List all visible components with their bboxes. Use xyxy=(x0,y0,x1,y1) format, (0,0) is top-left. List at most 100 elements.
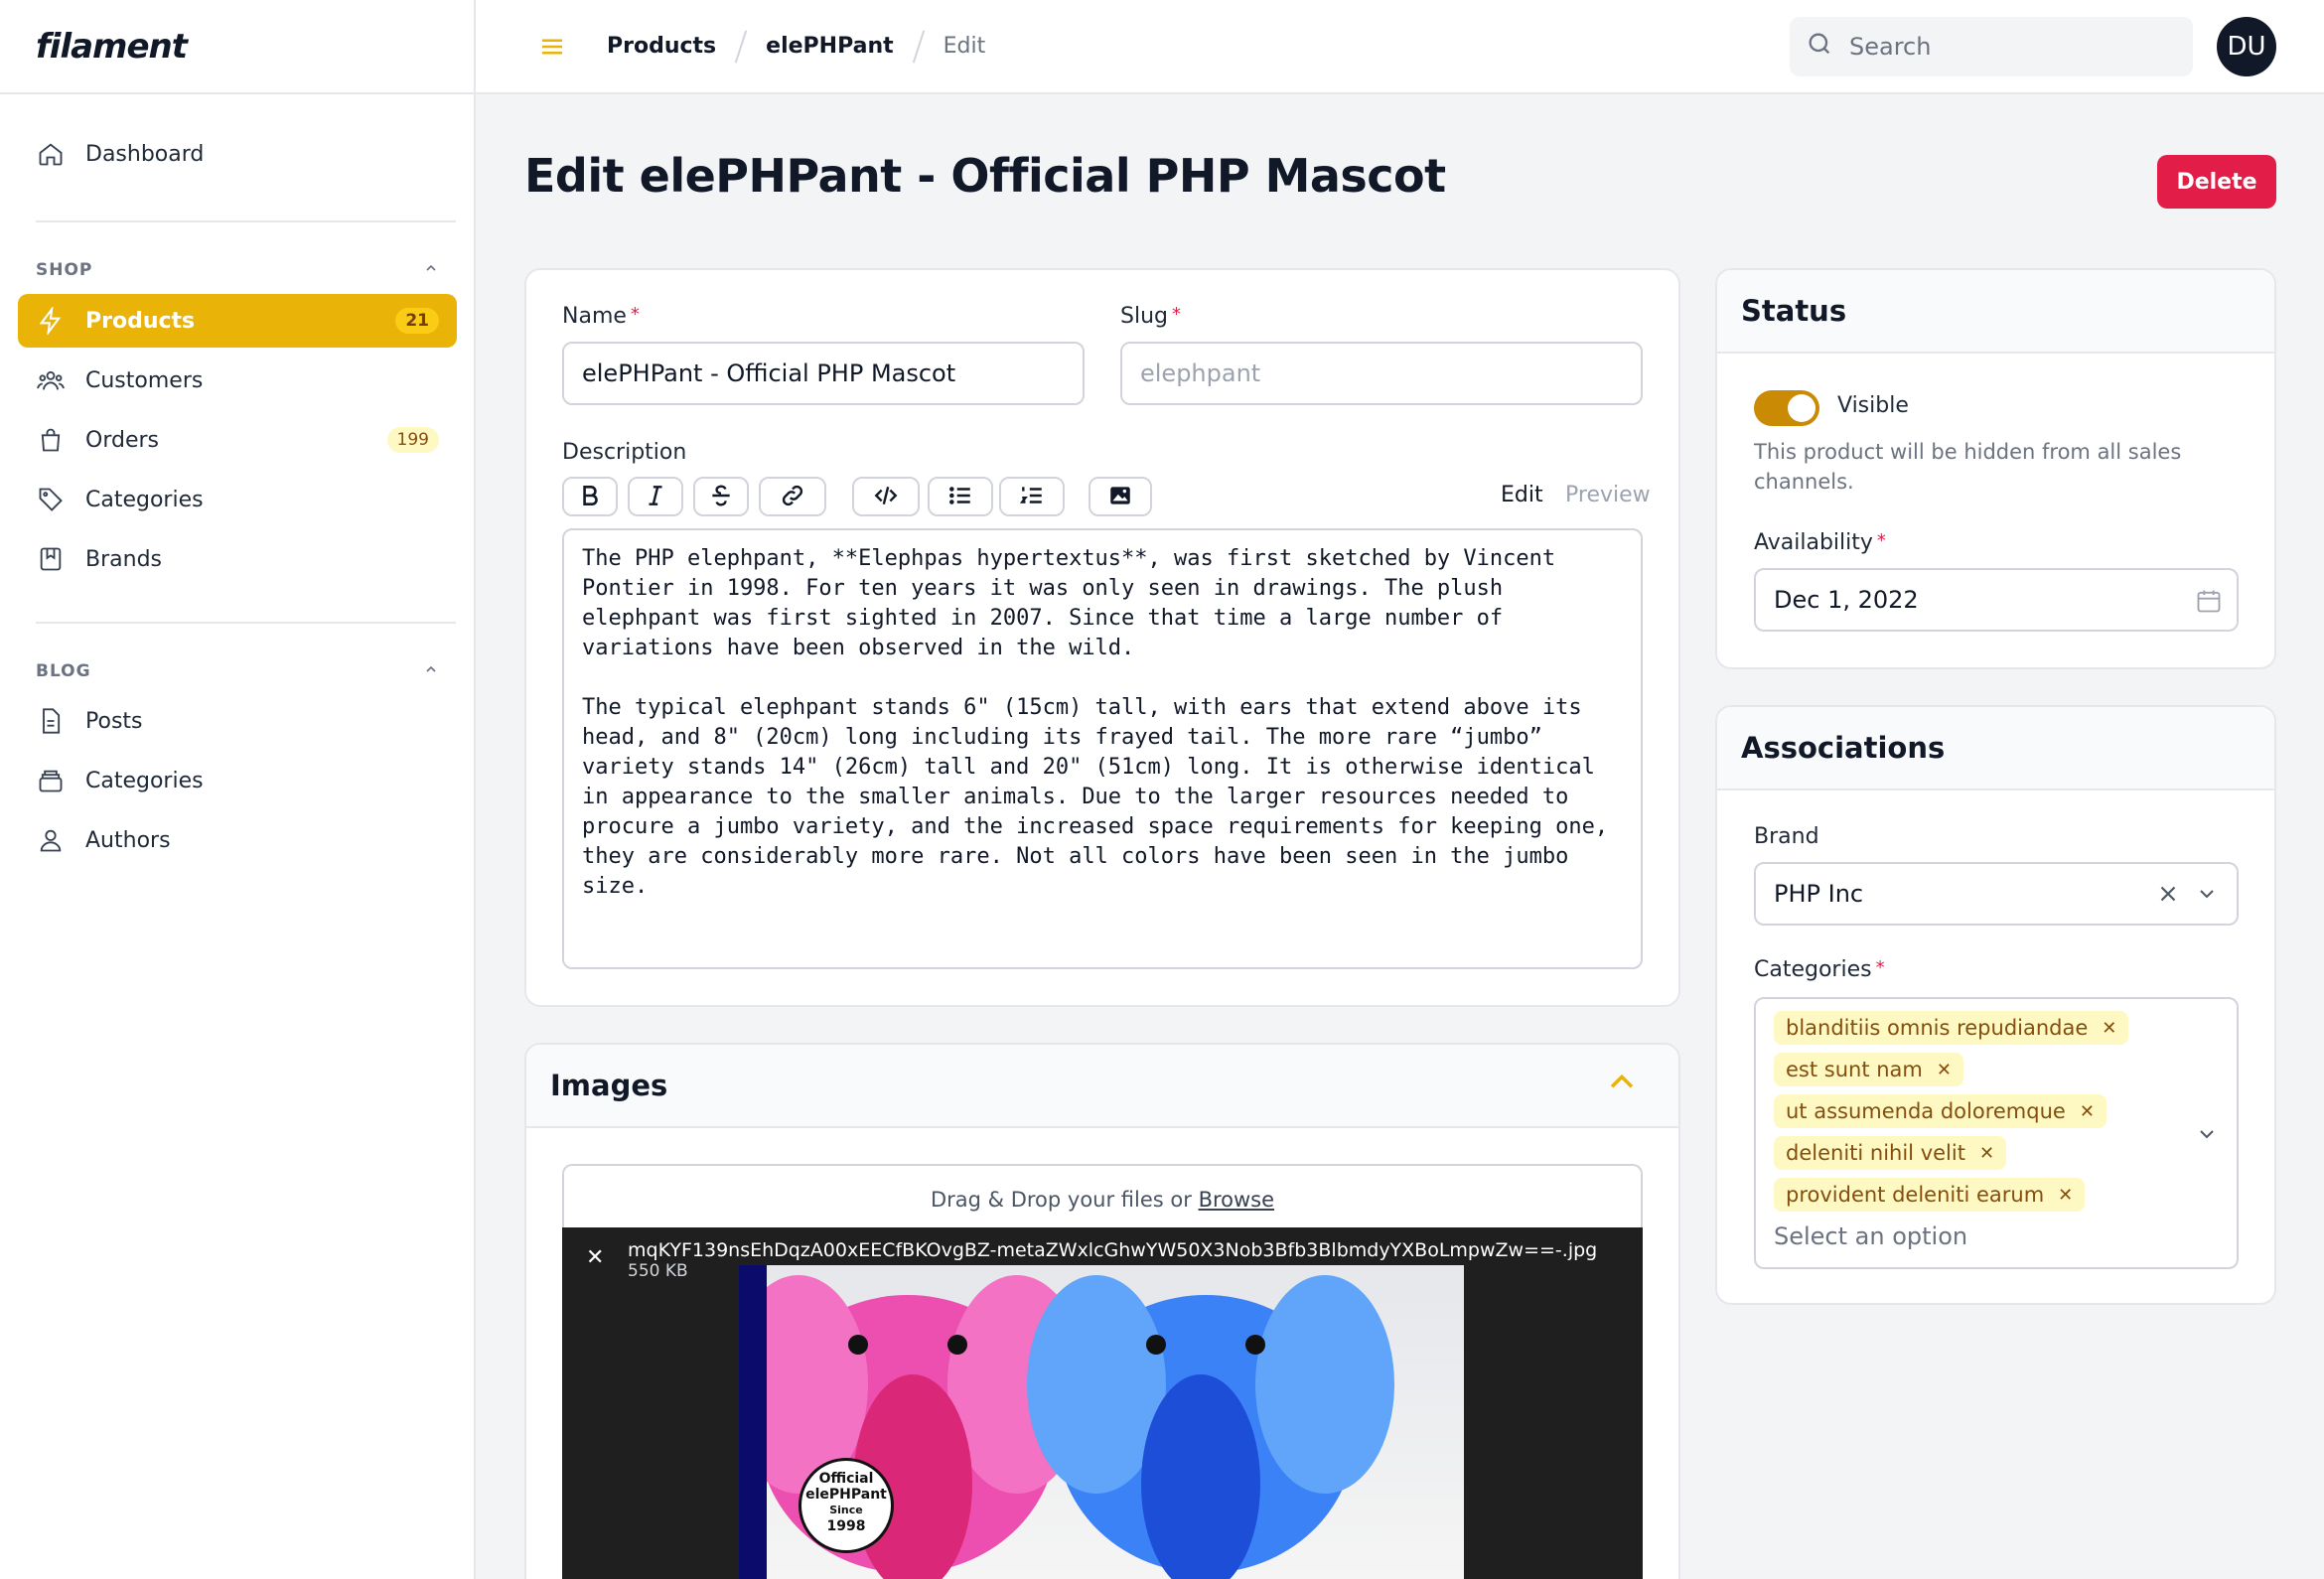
sidebar-item-blog-categories[interactable]: Categories xyxy=(18,754,457,807)
categories-placeholder[interactable]: Select an option xyxy=(1774,1222,1967,1250)
photo-icon xyxy=(1107,483,1133,511)
images-header[interactable]: Images xyxy=(526,1045,1678,1128)
chevron-down-icon[interactable] xyxy=(2195,1122,2219,1152)
menu-icon[interactable] xyxy=(537,32,567,62)
sidebar-item-label: Authors xyxy=(85,827,171,853)
sidebar-item-orders[interactable]: Orders 199 xyxy=(18,413,457,467)
slug-field[interactable]: elephpant xyxy=(1120,342,1643,405)
sidebar-item-authors[interactable]: Authors xyxy=(18,813,457,867)
search-input[interactable]: Search xyxy=(1790,17,2193,76)
bolt-icon xyxy=(36,306,66,336)
visible-hint: This product will be hidden from all sal… xyxy=(1754,440,2182,494)
link-icon xyxy=(780,483,805,511)
image-button[interactable] xyxy=(1089,477,1152,516)
users-icon xyxy=(36,365,66,395)
brand-select[interactable]: PHP Inc xyxy=(1754,862,2239,926)
sidebar-item-label: Brands xyxy=(85,546,162,572)
numbered-list-button[interactable] xyxy=(999,477,1065,516)
remove-tag-icon[interactable]: ✕ xyxy=(1937,1060,1952,1080)
breadcrumb: Products elePHPant Edit xyxy=(607,30,985,64)
category-tag: deleniti nihil velit ✕ xyxy=(1774,1136,2007,1170)
delete-button[interactable]: Delete xyxy=(2157,155,2276,209)
bookmark-square-icon xyxy=(36,544,66,574)
name-field[interactable]: elePHPant - Official PHP Mascot xyxy=(562,342,1085,405)
sidebar-item-dashboard[interactable]: Dashboard xyxy=(18,127,457,181)
description-editor[interactable]: The PHP elephpant, **Elephpas hypertextu… xyxy=(562,528,1643,969)
availability-value: Dec 1, 2022 xyxy=(1774,586,1919,614)
chevron-up-icon xyxy=(423,661,439,682)
count-badge: 21 xyxy=(395,308,439,334)
sidebar-item-customers[interactable]: Customers xyxy=(18,354,457,407)
sidebar: filament Dashboard SHOP Products 21 Cust… xyxy=(0,0,476,1579)
sidebar-item-label: Products xyxy=(85,308,196,334)
logo[interactable]: filament xyxy=(36,27,188,67)
remove-tag-icon[interactable]: ✕ xyxy=(1979,1143,1994,1164)
sidebar-item-categories[interactable]: Categories xyxy=(18,473,457,526)
remove-file-button[interactable]: ✕ xyxy=(586,1245,604,1270)
brand-label: Brand xyxy=(1754,824,1819,849)
link-button[interactable] xyxy=(759,477,826,516)
breadcrumb-current: Edit xyxy=(943,34,986,59)
bullet-list-button[interactable] xyxy=(928,477,993,516)
file-name: mqKYF139nsEhDqzA00xEECfBKOvgBZ-metaZWxlc… xyxy=(628,1239,1598,1261)
code-icon xyxy=(873,483,899,511)
page-title: Edit elePHPant - Official PHP Mascot xyxy=(524,149,1446,203)
breadcrumb-separator xyxy=(912,30,925,63)
image-preview: Official elePHPant Since 1998 ✕ mqKYF139… xyxy=(562,1227,1643,1579)
italic-button[interactable] xyxy=(628,477,683,516)
clear-icon[interactable] xyxy=(2155,881,2181,913)
calendar-icon[interactable] xyxy=(2195,587,2223,621)
tab-preview[interactable]: Preview xyxy=(1565,483,1651,507)
remove-tag-icon[interactable]: ✕ xyxy=(2102,1018,2116,1039)
group-shop-title: SHOP xyxy=(36,260,93,280)
user-group-icon xyxy=(36,825,66,855)
sidebar-item-brands[interactable]: Brands xyxy=(18,532,457,586)
slug-label: Slug * xyxy=(1120,304,1181,329)
availability-field[interactable]: Dec 1, 2022 xyxy=(1754,568,2239,632)
list-bullet-icon xyxy=(947,483,973,511)
photo-edge xyxy=(739,1265,767,1579)
status-header: Status xyxy=(1717,270,2274,354)
topbar: Products elePHPant Edit Search DU xyxy=(476,0,2324,94)
bold-icon xyxy=(577,483,603,511)
search-icon xyxy=(1806,30,1833,64)
sidebar-item-label: Dashboard xyxy=(85,141,205,167)
group-blog-header[interactable]: BLOG xyxy=(18,651,457,691)
file-dropzone[interactable]: Drag & Drop your files or Browse xyxy=(562,1164,1643,1233)
search-placeholder: Search xyxy=(1849,33,1932,61)
sidebar-item-label: Categories xyxy=(85,768,204,793)
breadcrumb-products[interactable]: Products xyxy=(607,34,716,59)
brand: filament xyxy=(0,0,474,94)
remove-tag-icon[interactable]: ✕ xyxy=(2080,1101,2095,1122)
remove-tag-icon[interactable]: ✕ xyxy=(2058,1185,2073,1206)
name-label: Name * xyxy=(562,304,640,329)
chevron-up-icon[interactable] xyxy=(1605,1066,1639,1106)
category-tag: est sunt nam ✕ xyxy=(1774,1053,1963,1086)
bold-button[interactable] xyxy=(562,477,618,516)
breadcrumb-record[interactable]: elePHPant xyxy=(766,34,893,59)
sidebar-item-label: Posts xyxy=(85,708,143,734)
home-icon xyxy=(36,139,66,169)
dropzone-text: Drag & Drop your files or xyxy=(930,1188,1192,1212)
brand-value: PHP Inc xyxy=(1774,880,1864,908)
breadcrumb-separator xyxy=(734,30,748,63)
count-badge: 199 xyxy=(386,427,439,453)
avatar[interactable]: DU xyxy=(2217,17,2276,76)
description-label: Description xyxy=(562,440,687,465)
group-shop-header[interactable]: SHOP xyxy=(18,250,457,290)
code-button[interactable] xyxy=(852,477,920,516)
chevron-down-icon[interactable] xyxy=(2195,882,2219,912)
categories-label: Categories * xyxy=(1754,957,1885,982)
divider xyxy=(36,220,456,222)
shopping-bag-icon xyxy=(36,425,66,455)
document-icon xyxy=(36,706,66,736)
chevron-up-icon xyxy=(423,260,439,281)
sidebar-item-products[interactable]: Products 21 xyxy=(18,294,457,348)
list-numbered-icon xyxy=(1019,483,1045,511)
browse-link[interactable]: Browse xyxy=(1199,1188,1274,1212)
visible-toggle[interactable] xyxy=(1754,390,1819,426)
sidebar-item-posts[interactable]: Posts xyxy=(18,694,457,748)
tab-edit[interactable]: Edit xyxy=(1501,483,1543,507)
italic-icon xyxy=(643,483,668,511)
strike-button[interactable] xyxy=(693,477,749,516)
